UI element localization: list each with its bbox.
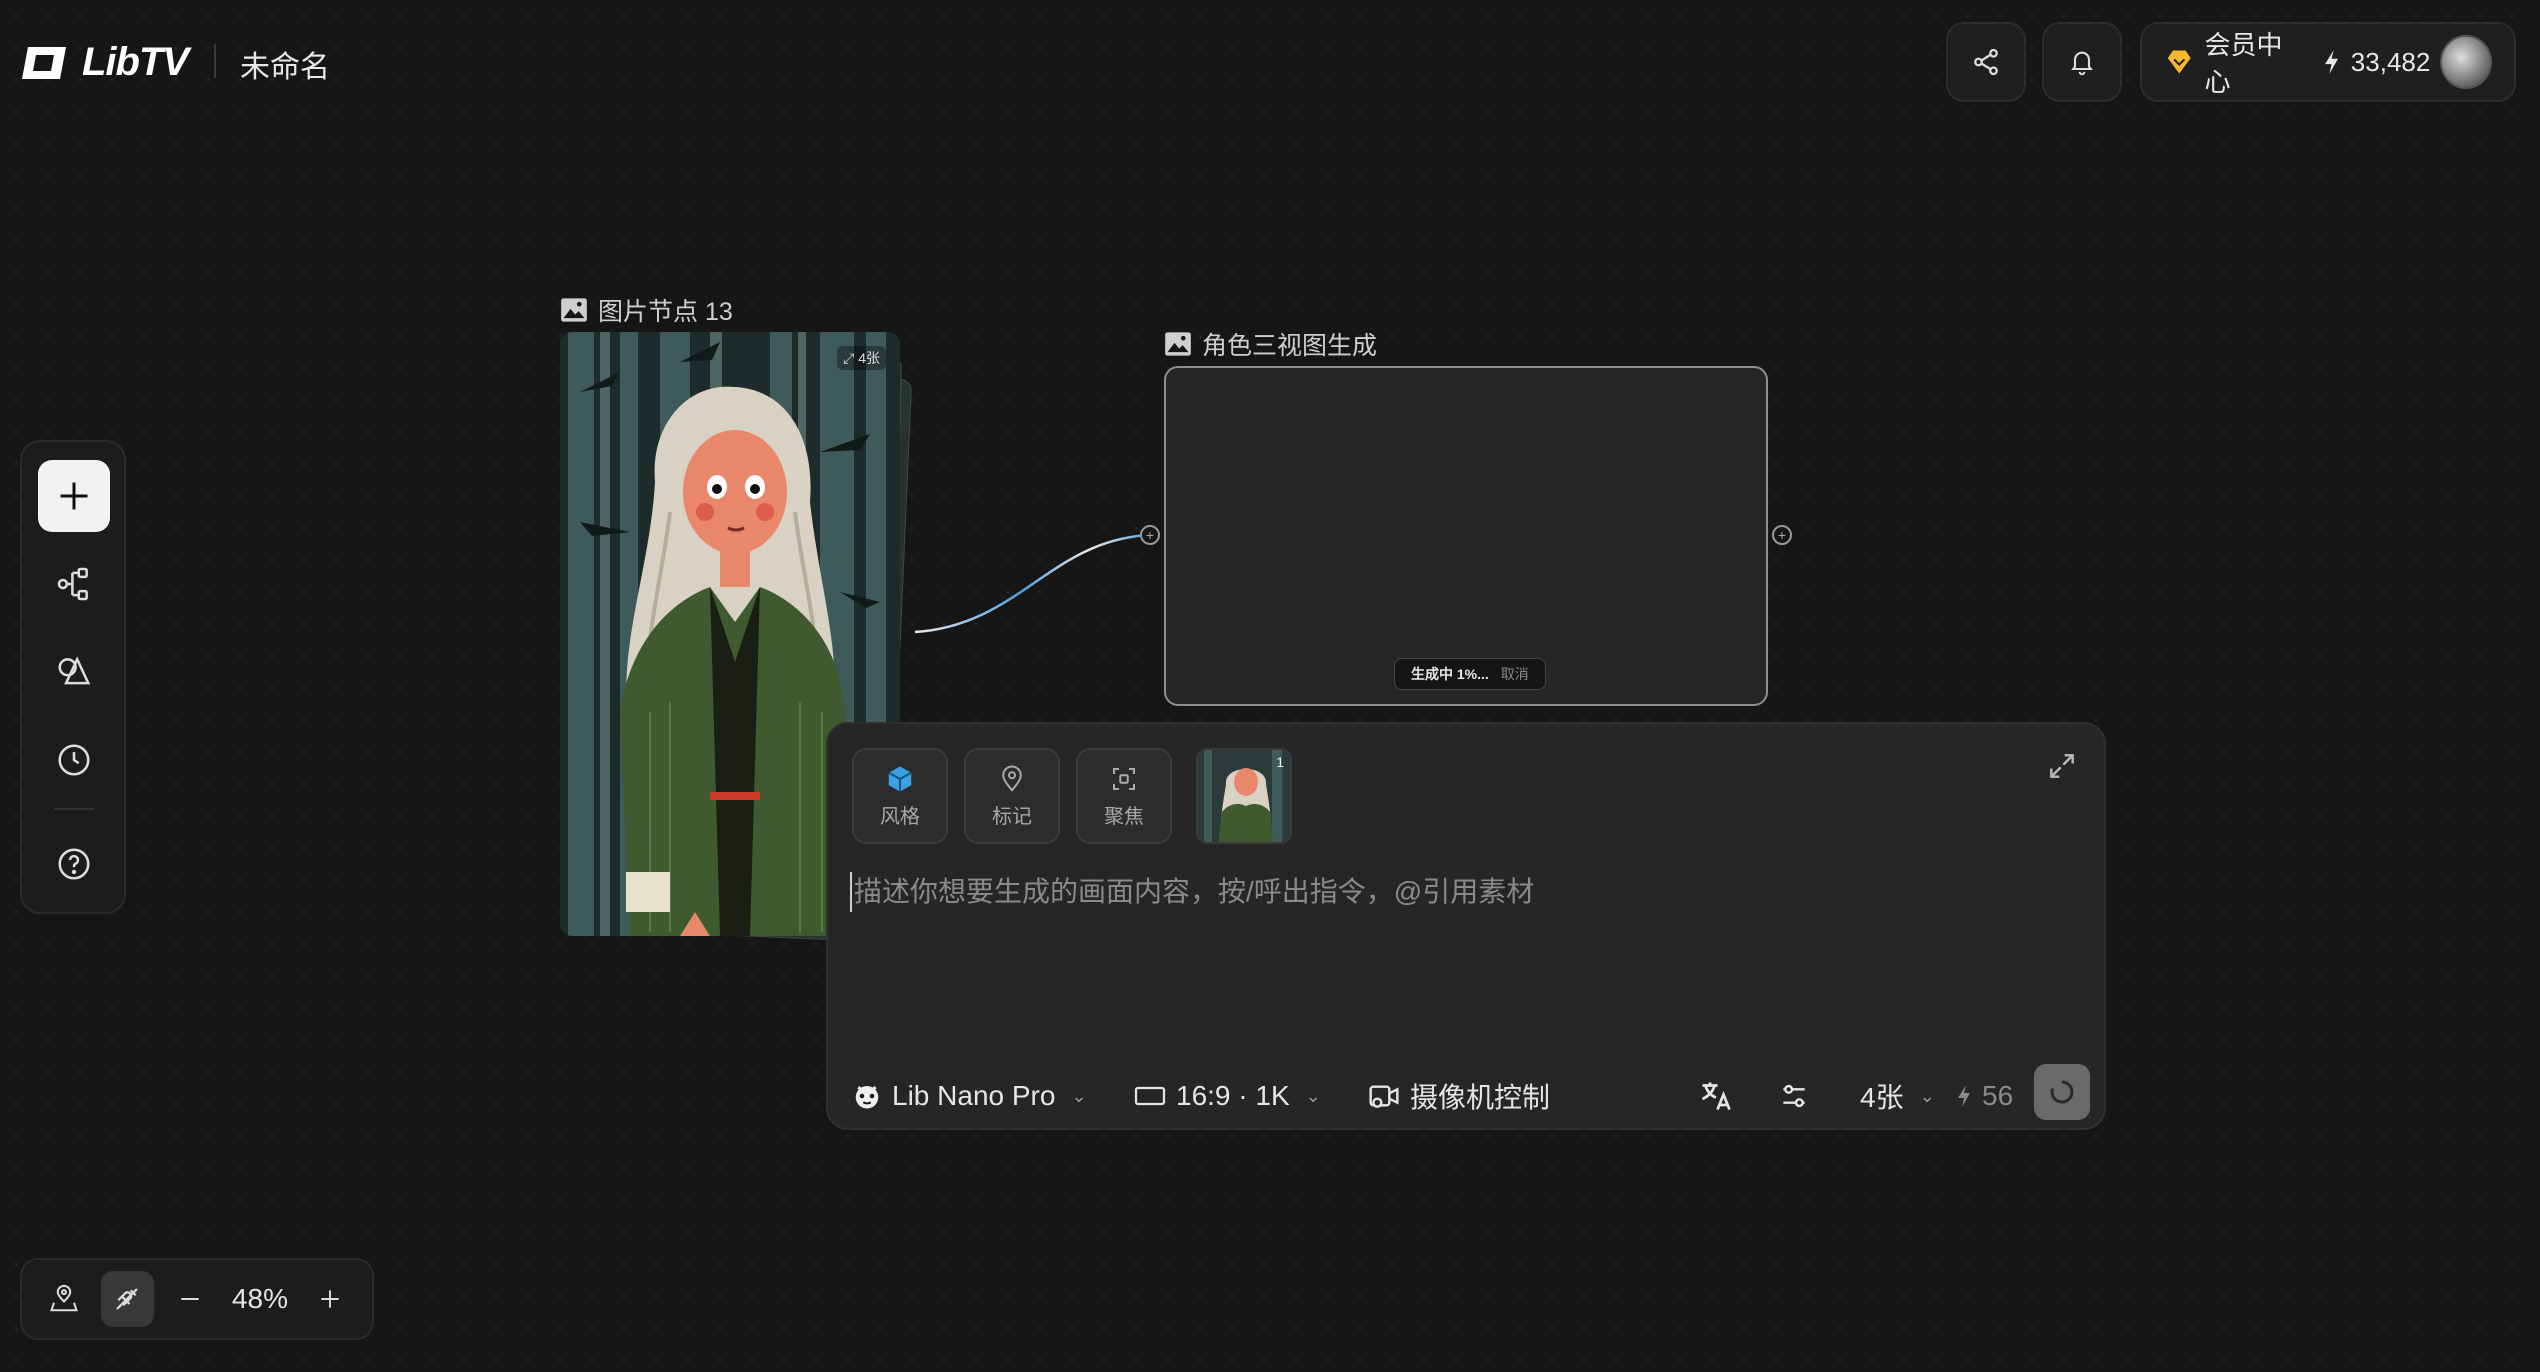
image-icon bbox=[1165, 332, 1191, 356]
loading-icon bbox=[2050, 1080, 2074, 1104]
prompt-toolbar: Lib Nano Pro ⌄ 16:9 · 1K ⌄ 摄像机控制 4张 ⌄ 56 bbox=[828, 1064, 2104, 1128]
chip-label: 风格 bbox=[880, 805, 920, 828]
input-port[interactable]: + bbox=[1140, 525, 1160, 545]
count-label: 4张 bbox=[1860, 1082, 1904, 1113]
ratio-select[interactable]: 16:9 · 1K ⌄ bbox=[1134, 1074, 1321, 1118]
prompt-panel: 风格 标记 聚焦 1 Lib bbox=[826, 722, 2106, 1130]
model-icon bbox=[855, 1086, 879, 1109]
zoom-level[interactable]: 48% bbox=[227, 1283, 293, 1315]
cube-icon bbox=[888, 766, 912, 791]
generate-button[interactable] bbox=[2034, 1064, 2090, 1120]
focus-icon bbox=[1113, 767, 1135, 790]
gen-node-label[interactable]: 角色三视图生成 bbox=[1164, 326, 1377, 362]
minus-icon bbox=[181, 1298, 200, 1300]
settings-button[interactable] bbox=[1778, 1074, 1810, 1118]
output-port[interactable]: + bbox=[1772, 525, 1792, 545]
image-icon bbox=[561, 298, 587, 322]
chevron-down-icon: ⌄ bbox=[1919, 1085, 1935, 1106]
generation-node[interactable]: 生成中 1%... 取消 bbox=[1164, 366, 1768, 706]
cancel-generation-button[interactable]: 取消 bbox=[1501, 664, 1529, 684]
status-text: 生成中 1%... bbox=[1411, 666, 1489, 682]
zoom-in-button[interactable] bbox=[303, 1271, 356, 1327]
camera-icon bbox=[1369, 1085, 1399, 1108]
chip-label: 标记 bbox=[992, 805, 1032, 828]
translate-icon bbox=[1701, 1082, 1731, 1111]
chevron-down-icon: ⌄ bbox=[1071, 1085, 1087, 1106]
lightning-icon bbox=[1958, 1085, 1970, 1107]
reference-thumbnail[interactable]: 1 bbox=[1196, 748, 1292, 844]
prompt-input[interactable] bbox=[850, 872, 2080, 912]
camera-control-label: 摄像机控制 bbox=[1410, 1082, 1551, 1113]
cost-display: 56 bbox=[1956, 1074, 2013, 1118]
sliders-icon bbox=[1783, 1084, 1805, 1108]
expand-button[interactable] bbox=[2046, 750, 2078, 782]
snap-toggle[interactable] bbox=[100, 1271, 154, 1327]
zoom-out-button[interactable] bbox=[164, 1271, 217, 1327]
expand-icon bbox=[2050, 754, 2074, 778]
image-node-label[interactable]: 图片节点 13 bbox=[560, 292, 733, 328]
chip-label: 聚焦 bbox=[1104, 805, 1144, 828]
style-chip[interactable]: 风格 bbox=[852, 748, 948, 844]
thumbnail-index: 1 bbox=[1276, 754, 1284, 770]
model-label: Lib Nano Pro bbox=[892, 1080, 1056, 1111]
camera-control-button[interactable]: 摄像机控制 bbox=[1368, 1074, 1550, 1118]
generation-status: 生成中 1%... 取消 bbox=[1394, 658, 1546, 690]
chevron-down-icon: ⌄ bbox=[1305, 1085, 1321, 1106]
locate-icon bbox=[50, 1284, 79, 1312]
count-select[interactable]: 4张 ⌄ bbox=[1860, 1074, 1935, 1118]
cost-value: 56 bbox=[1982, 1080, 2014, 1111]
plus-icon bbox=[320, 1290, 339, 1308]
gen-node-title: 角色三视图生成 bbox=[1202, 332, 1378, 360]
translate-button[interactable] bbox=[1698, 1074, 1734, 1118]
focus-chip[interactable]: 聚焦 bbox=[1076, 748, 1172, 844]
magnet-icon bbox=[116, 1288, 139, 1310]
locate-button[interactable] bbox=[38, 1271, 91, 1327]
model-select[interactable]: Lib Nano Pro ⌄ bbox=[852, 1074, 1087, 1118]
mark-chip[interactable]: 标记 bbox=[964, 748, 1060, 844]
pin-icon bbox=[1002, 765, 1022, 792]
image-node-title: 图片节点 13 bbox=[598, 298, 733, 326]
ratio-icon bbox=[1134, 1086, 1166, 1106]
image-count-badge: ⤢ 4张 bbox=[837, 346, 886, 370]
zoom-bar: 48% bbox=[20, 1258, 374, 1340]
ratio-label: 16:9 · 1K bbox=[1176, 1080, 1290, 1111]
